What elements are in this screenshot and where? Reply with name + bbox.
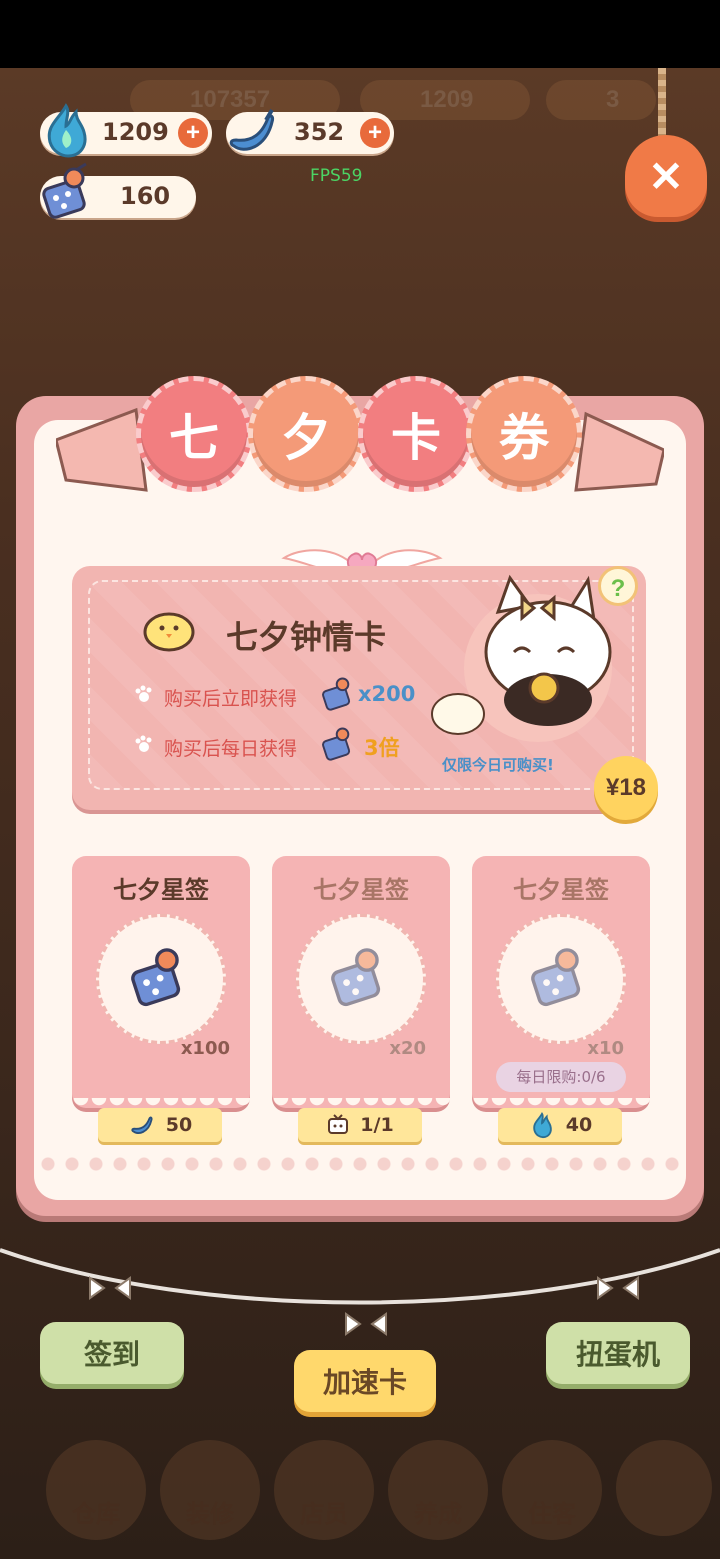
charm-counter: 160 (40, 162, 196, 219)
perk2-value: 3倍 (364, 736, 400, 760)
signin-button[interactable]: 签到 (40, 1322, 184, 1384)
speedup-label: 加速卡 (322, 1366, 407, 1399)
nav-staff-label: 店员 (300, 1500, 348, 1528)
close-button[interactable]: ✕ (625, 135, 707, 217)
ticket-cost-1: 50 (165, 1114, 193, 1136)
nav-nurture-label: 养成 (414, 1500, 462, 1528)
blue-banana-icon (229, 108, 274, 151)
title-badge-4: 券 (466, 376, 582, 492)
flame-counter: 1209 + (40, 103, 212, 158)
speedup-card-button[interactable]: 加速卡 (294, 1350, 436, 1412)
nav-guests-label: 住客 (528, 1500, 576, 1528)
nav-warehouse-label: 仓库 (72, 1500, 120, 1528)
charm-value: 160 (120, 182, 171, 210)
ticket-qty-2: x20 (389, 1038, 426, 1059)
title-char-4: 券 (499, 409, 549, 467)
charm-icon (322, 677, 351, 711)
title-char-1: 七 (169, 409, 219, 467)
ticket-cost-button-3[interactable]: 40 (498, 1108, 622, 1142)
bg-banana-value: 3 (606, 86, 620, 113)
bg-banana-counter: 3 (546, 80, 656, 120)
ticket-qty-3: x10 (587, 1038, 624, 1059)
charm-icon (531, 948, 581, 1007)
cat-mascot-illustration (431, 574, 612, 742)
ticket-cost-button-1[interactable]: 50 (98, 1108, 222, 1142)
banana-value: 352 (294, 118, 345, 146)
perk2-label: 购买后每日获得 (164, 738, 298, 760)
love-card-title: 七夕钟情卡 (226, 618, 387, 656)
bg-flame-counter: 1209 (360, 80, 530, 120)
blue-flame-icon (533, 1112, 552, 1139)
ticket-cost-button-2[interactable]: 1/1 (298, 1108, 422, 1142)
ticket-qty-1: x100 (180, 1038, 230, 1059)
signin-label: 签到 (83, 1338, 140, 1371)
question-icon: ? (610, 575, 626, 602)
nav-yarn (616, 1440, 712, 1536)
blue-banana-icon (131, 1116, 153, 1134)
title-badge-1: 七 (136, 376, 252, 492)
close-rope (658, 68, 666, 138)
charm-icon (322, 727, 351, 761)
title-badge-3: 卡 (358, 376, 474, 492)
ticket-title-3: 七夕星签 (513, 876, 609, 904)
perk1-label: 购买后立即获得 (164, 688, 298, 710)
flame-value: 1209 (102, 118, 169, 146)
ticket-cost-2: 1/1 (360, 1114, 394, 1136)
title-char-3: 卡 (391, 409, 441, 467)
ticket-title-1: 七夕星签 (113, 876, 209, 904)
help-button[interactable]: ? (598, 566, 638, 606)
tv-ad-icon (328, 1114, 349, 1134)
blue-flame-icon (47, 103, 87, 158)
charm-icon (42, 162, 87, 219)
daily-limit-badge: 每日限购:0/6 (496, 1062, 626, 1092)
panel-lace-trim (36, 1154, 684, 1194)
status-bar-area (0, 0, 720, 68)
gacha-label: 扭蛋机 (575, 1338, 660, 1371)
ticket-title-2: 七夕星签 (313, 876, 409, 904)
bg-flame-value: 1209 (420, 86, 474, 113)
banana-counter: 352 + (226, 108, 394, 154)
purchase-limit-note: 仅限今日可购买! (442, 756, 554, 774)
ticket-cost-3: 40 (565, 1114, 593, 1136)
paw-icon (134, 734, 154, 754)
paw-icon (134, 684, 154, 704)
add-flame-button[interactable]: + (178, 118, 208, 148)
gacha-button[interactable]: 扭蛋机 (546, 1322, 690, 1384)
charm-icon (131, 948, 181, 1007)
add-banana-button[interactable]: + (360, 118, 390, 148)
nav-decorate-label: 装修 (186, 1500, 234, 1528)
title-badge-2: 夕 (248, 376, 364, 492)
perk1-value: x200 (358, 682, 416, 706)
close-icon: ✕ (648, 152, 684, 200)
charm-icon (331, 948, 381, 1007)
price-label: ¥18 (605, 774, 647, 801)
fps-counter: FPS59 (310, 166, 363, 186)
chick-icon (143, 612, 195, 652)
title-char-2: 夕 (281, 409, 331, 467)
buy-card-price-button[interactable]: ¥18 (594, 756, 658, 820)
